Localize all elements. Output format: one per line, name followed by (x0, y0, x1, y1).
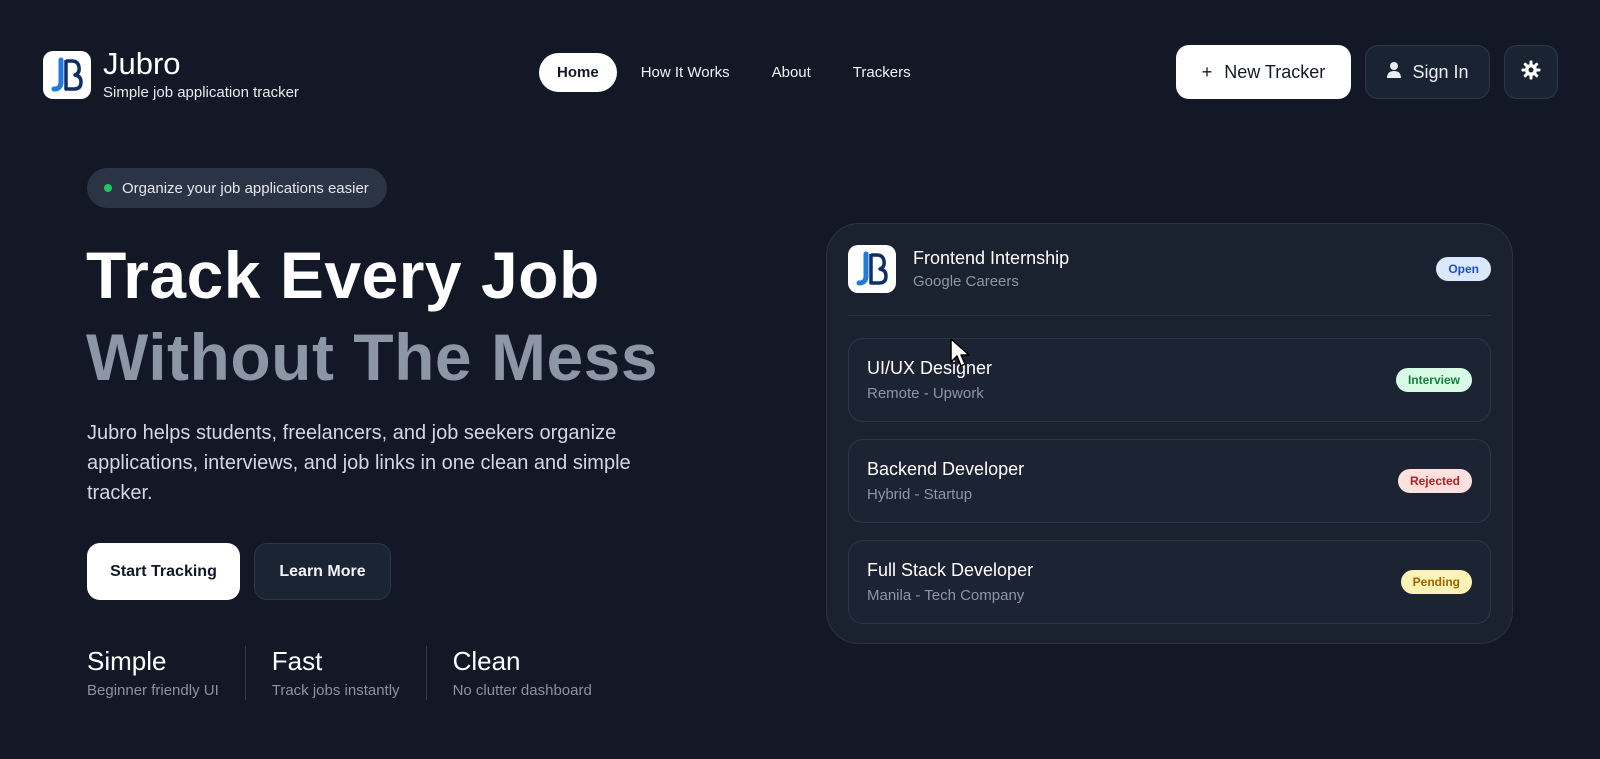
theme-toggle-button[interactable] (1504, 45, 1558, 99)
gear-icon (1521, 60, 1541, 85)
status-badge-pending: Pending (1400, 570, 1472, 594)
status-badge-interview: Interview (1395, 368, 1472, 392)
status-dot-icon (104, 184, 112, 192)
job-item[interactable]: Backend Developer Hybrid - Startup Rejec… (848, 439, 1491, 523)
featured-job[interactable]: Frontend Internship Google Careers Open (848, 245, 1491, 293)
hero-description: Jubro helps students, freelancers, and j… (87, 422, 631, 504)
nav-how-it-works[interactable]: How It Works (623, 53, 748, 92)
card-divider (848, 315, 1491, 316)
brand-name: Jubro (103, 46, 181, 81)
start-tracking-button[interactable]: Start Tracking (87, 543, 240, 600)
job-location: Remote - Upwork (867, 385, 984, 402)
job-title: Backend Developer (867, 459, 1025, 479)
brand[interactable]: Jubro Simple job application tracker (43, 48, 299, 101)
hero-title-line2: Without The Mess (86, 320, 659, 394)
hero-title-line1: Track Every Job (86, 238, 600, 312)
stat-title: Simple (87, 646, 167, 676)
feature-stats: Simple Beginner friendly UI Fast Track j… (87, 646, 644, 700)
jubro-logo-icon (848, 245, 896, 293)
new-tracker-button[interactable]: + New Tracker (1176, 45, 1351, 99)
job-title: Full Stack Developer (867, 560, 1034, 580)
plus-icon: + (1201, 61, 1213, 82)
stat-sub: No clutter dashboard (452, 682, 592, 699)
job-list: UI/UX Designer Remote - Upwork Interview… (848, 338, 1491, 641)
sign-in-button[interactable]: Sign In (1365, 45, 1490, 99)
featured-job-title: Frontend Internship (913, 248, 1070, 268)
nav-about[interactable]: About (754, 53, 829, 92)
stat-simple: Simple Beginner friendly UI (87, 646, 246, 700)
brand-tagline: Simple job application tracker (103, 84, 299, 101)
nav-trackers[interactable]: Trackers (835, 53, 929, 92)
status-badge-rejected: Rejected (1397, 469, 1472, 493)
pill-text: Organize your job applications easier (122, 179, 369, 197)
status-badge-open: Open (1436, 257, 1491, 281)
landing-page: Jubro Simple job application tracker Hom… (0, 0, 1600, 759)
header-actions: + New Tracker Sign In (1176, 45, 1558, 99)
tracker-preview-card: Frontend Internship Google Careers Open … (826, 223, 1513, 644)
stat-sub: Track jobs instantly (271, 682, 400, 699)
hero-cta: Start Tracking Learn More (87, 543, 391, 600)
tagline-pill: Organize your job applications easier (87, 168, 387, 208)
sign-in-label: Sign In (1412, 61, 1469, 82)
stat-sub: Beginner friendly UI (87, 682, 219, 699)
hero-title: Track Every Job Without The Mess (86, 234, 658, 398)
stat-clean: Clean No clutter dashboard (453, 646, 618, 700)
stat-title: Fast (271, 646, 323, 676)
job-item[interactable]: Full Stack Developer Manila - Tech Compa… (848, 540, 1491, 624)
stat-title: Clean (452, 646, 521, 676)
nav-home[interactable]: Home (539, 53, 617, 92)
job-item[interactable]: UI/UX Designer Remote - Upwork Interview (848, 338, 1491, 422)
stat-fast: Fast Track jobs instantly (272, 646, 427, 700)
user-icon (1386, 61, 1402, 84)
job-title: UI/UX Designer (867, 358, 993, 378)
learn-more-button[interactable]: Learn More (254, 543, 391, 600)
job-location: Hybrid - Startup (867, 486, 973, 503)
job-location: Manila - Tech Company (867, 587, 1025, 604)
main-nav: Home How It Works About Trackers (539, 53, 929, 92)
mouse-cursor-icon (950, 338, 972, 373)
jubro-logo-icon (43, 50, 91, 99)
featured-job-company: Google Careers (913, 273, 1019, 290)
new-tracker-label: New Tracker (1224, 61, 1326, 82)
